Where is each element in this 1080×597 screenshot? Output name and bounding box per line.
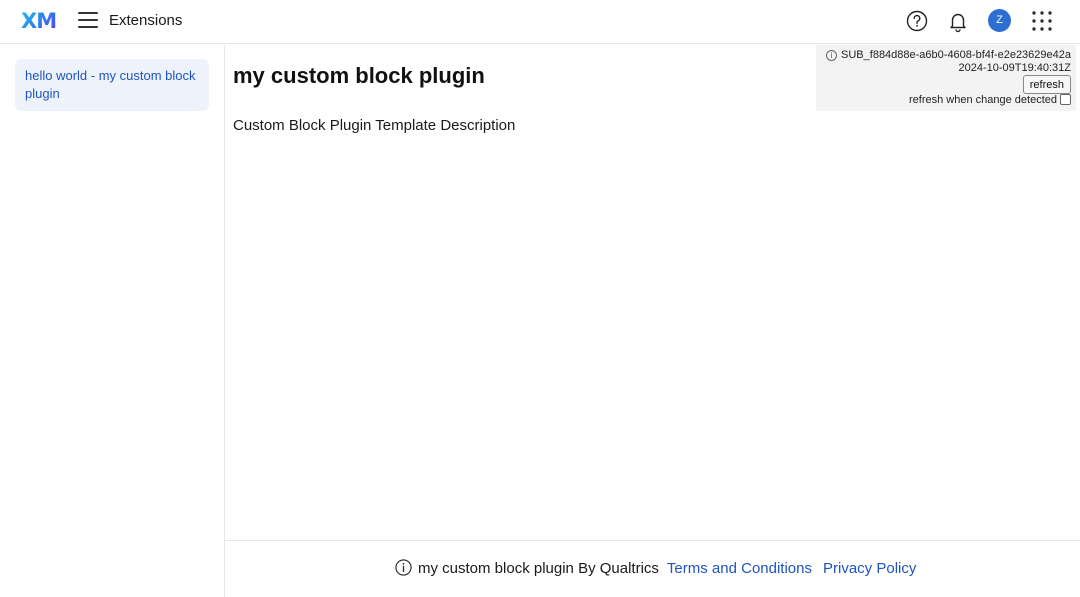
footer-content: my custom block plugin By Qualtrics Terms… bbox=[395, 559, 916, 577]
main-content: my custom block plugin Custom Block Plug… bbox=[225, 45, 1080, 540]
footer: my custom block plugin By Qualtrics Terms… bbox=[225, 540, 1080, 597]
bell-icon[interactable] bbox=[946, 9, 970, 33]
auto-refresh-row: refresh when change detected bbox=[909, 94, 1071, 106]
refresh-button[interactable]: refresh bbox=[1022, 75, 1071, 94]
footer-text: my custom block plugin By Qualtrics bbox=[418, 560, 659, 577]
hamburger-menu-icon[interactable] bbox=[78, 12, 98, 30]
xm-logo[interactable]: XM bbox=[21, 9, 57, 33]
privacy-link[interactable]: Privacy Policy bbox=[823, 560, 916, 577]
apps-grid-icon[interactable] bbox=[1030, 9, 1054, 33]
auto-refresh-checkbox[interactable] bbox=[1060, 94, 1071, 105]
auto-refresh-label: refresh when change detected bbox=[909, 94, 1057, 106]
page-title: my custom block plugin bbox=[233, 63, 485, 88]
info-icon bbox=[395, 559, 412, 576]
sidebar-item-hello-world[interactable]: hello world - my custom block plugin bbox=[15, 59, 209, 111]
avatar[interactable]: Z bbox=[988, 9, 1011, 32]
submission-id-row: i SUB_f884d88e-a6b0-4608-bf4f-e2e23629e42… bbox=[826, 49, 1071, 61]
debug-panel: i SUB_f884d88e-a6b0-4608-bf4f-e2e23629e42… bbox=[816, 45, 1076, 111]
sidebar: hello world - my custom block plugin bbox=[0, 45, 225, 597]
terms-link[interactable]: Terms and Conditions bbox=[667, 560, 812, 577]
submission-id: SUB_f884d88e-a6b0-4608-bf4f-e2e23629e42a bbox=[841, 49, 1071, 61]
help-icon[interactable] bbox=[905, 9, 929, 33]
plugin-description: Custom Block Plugin Template Description bbox=[233, 117, 516, 134]
info-icon: i bbox=[826, 50, 838, 61]
top-bar: XM Extensions Z bbox=[0, 0, 1080, 44]
app-title: Extensions bbox=[109, 12, 183, 29]
timestamp: 2024-10-09T19:40:31Z bbox=[958, 62, 1071, 74]
